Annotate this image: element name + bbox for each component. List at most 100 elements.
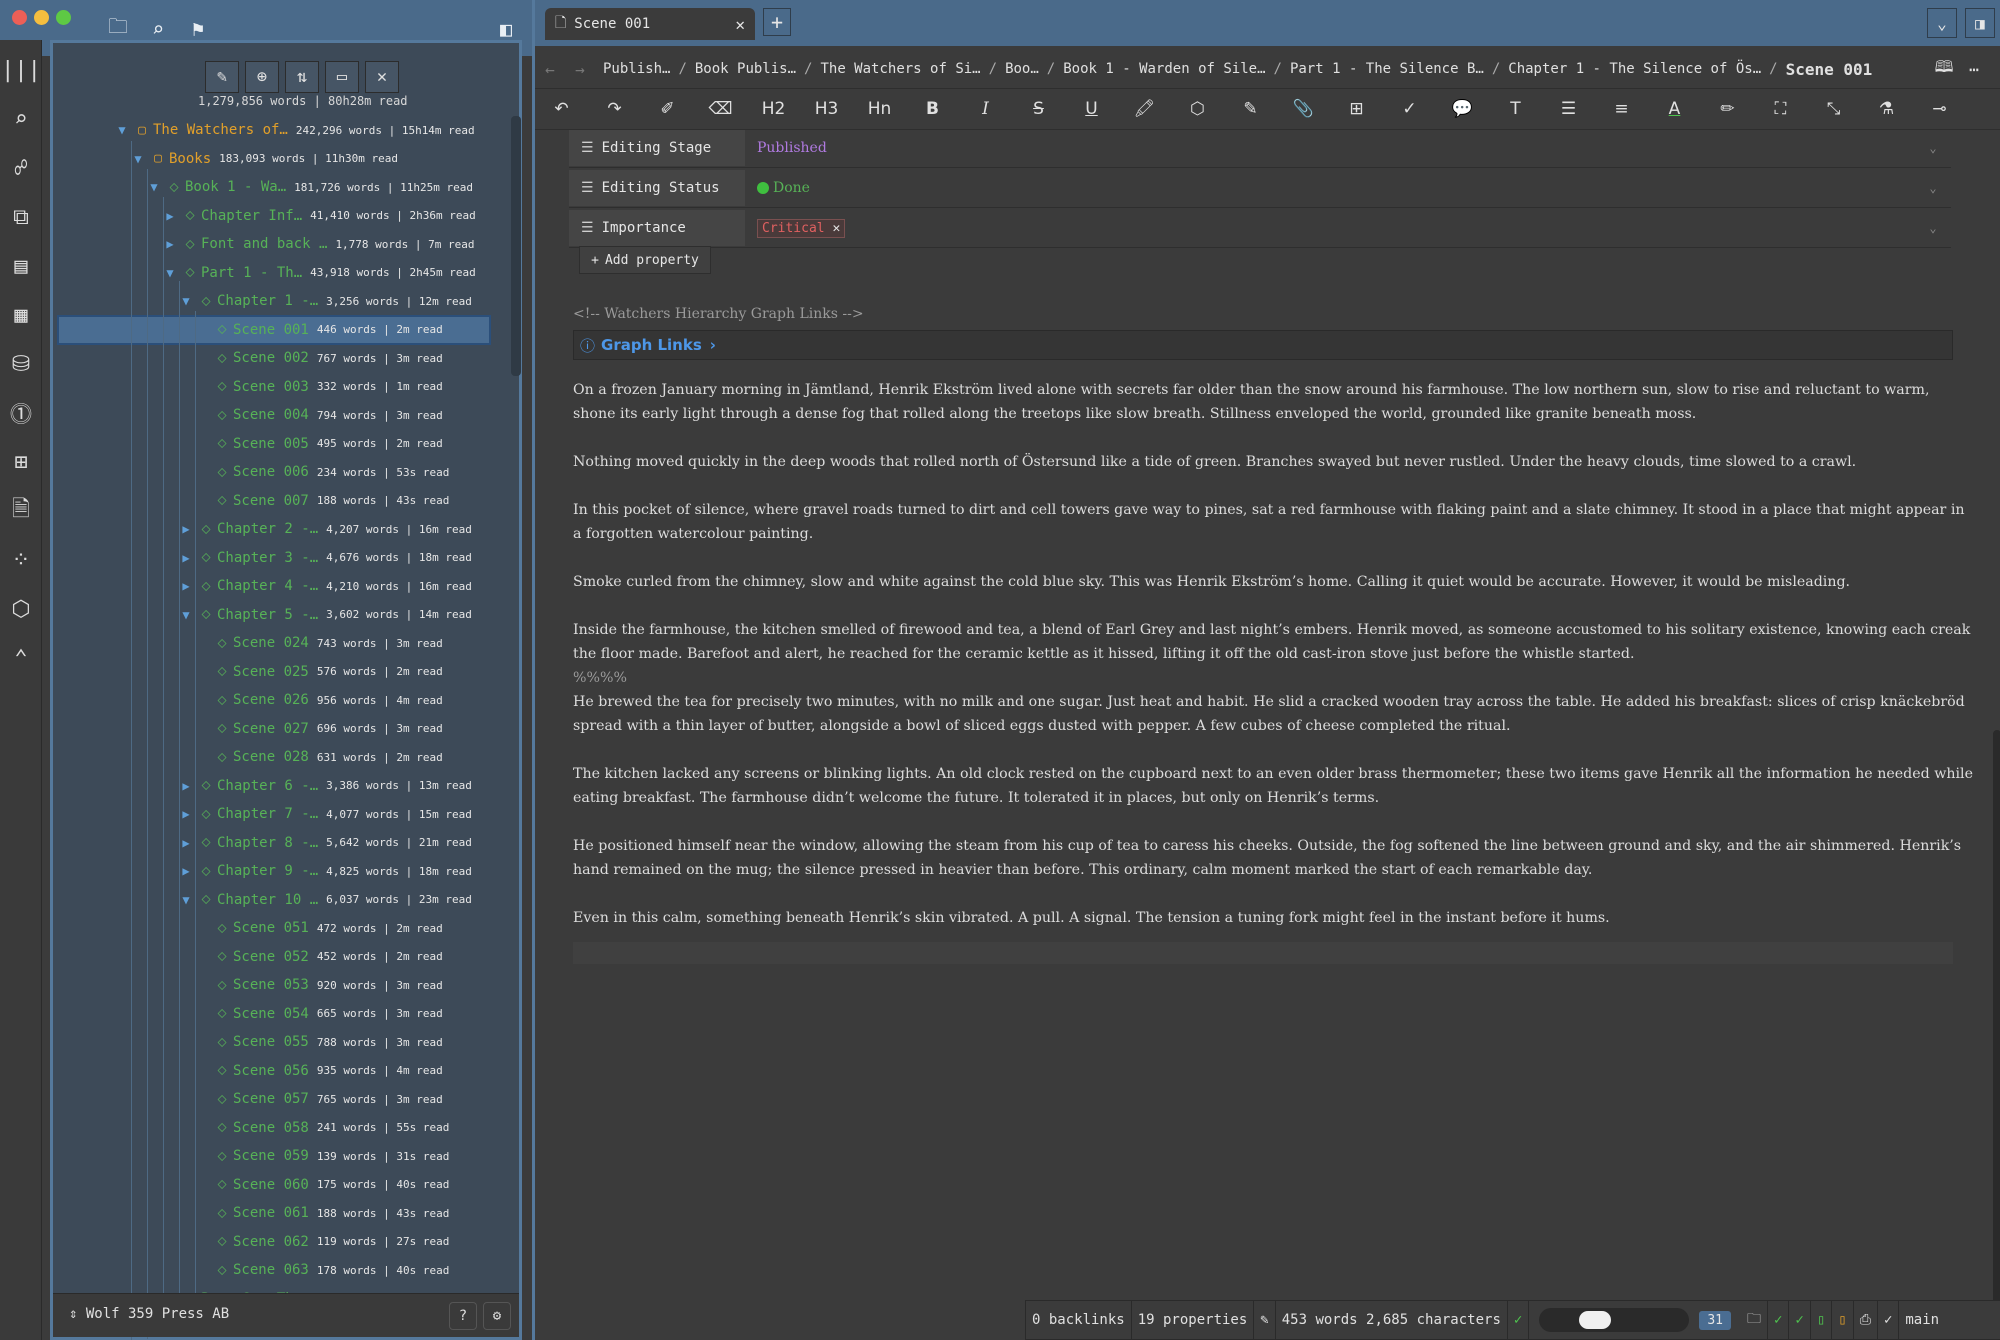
tree-item-scene[interactable]: ⬦ Scene 062 119 words | 27s read — [193, 1229, 449, 1255]
new-tab-button[interactable]: + — [763, 8, 791, 36]
print-icon[interactable]: ⎙ — [1854, 1301, 1878, 1339]
commit-icon[interactable]: ⊸ — [1913, 99, 1966, 119]
strikethrough-button[interactable]: S — [1012, 99, 1065, 119]
pen-icon[interactable]: ✎ — [1254, 1301, 1276, 1339]
collapse-icon[interactable]: ▭ — [325, 61, 359, 93]
tree-item-scene[interactable]: ⬦ Scene 028 631 words | 2m read — [193, 744, 442, 770]
italic-button[interactable]: I — [959, 99, 1012, 119]
breadcrumb-item[interactable]: Publish… — [603, 61, 670, 77]
tree-item-scene[interactable]: ⬦ Scene 057 765 words | 3m read — [193, 1086, 442, 1112]
flask-icon[interactable]: ⚗ — [1860, 99, 1913, 119]
tree-item-scene[interactable]: ⬦ Scene 025 576 words | 2m read — [193, 659, 442, 685]
tree-item[interactable]: ▶ ⬦ Chapter 2 -… 4,207 words | 16m read — [177, 516, 471, 542]
align-icon[interactable]: ≡ — [1595, 99, 1648, 119]
tree-item-scene[interactable]: ⬦ Scene 001 446 words | 2m read — [57, 314, 491, 345]
tree-item[interactable]: ▶ ⬦ Chapter 8 -… 5,642 words | 21m read — [177, 830, 471, 856]
importance-tag[interactable]: Critical ✕ — [757, 218, 846, 238]
property-value-field[interactable]: Critical ✕ — [749, 210, 1909, 246]
underline-button[interactable]: U — [1065, 99, 1118, 119]
redo-icon[interactable]: ↷ — [588, 99, 641, 119]
tree-item-scene[interactable]: ⬦ Scene 024 743 words | 3m read — [193, 630, 442, 656]
help-icon[interactable]: ? — [449, 1302, 477, 1330]
chevron-up-icon[interactable]: ⌃ — [2, 639, 40, 677]
property-key[interactable]: ☰ Editing Status — [569, 170, 745, 206]
check-circle-icon[interactable]: ✓ — [1768, 1301, 1790, 1339]
search-ribbon-icon[interactable]: ⌕ — [2, 100, 40, 138]
new-note-icon[interactable]: ✎ — [205, 61, 239, 93]
tree-item-scene[interactable]: ⬦ Scene 055 788 words | 3m read — [193, 1029, 442, 1055]
tree-item[interactable]: ▼ ▢ The Watchers of… 242,296 words | 15h14m… — [113, 117, 474, 143]
tree-item-scene[interactable]: ⬦ Scene 006 234 words | 53s read — [193, 459, 449, 485]
maximize-window-button[interactable] — [56, 10, 71, 25]
minimize-window-button[interactable] — [34, 10, 49, 25]
chevron-down-icon[interactable]: ⌄ — [1915, 210, 1951, 246]
cube-icon[interactable]: ⬡ — [1171, 99, 1224, 119]
list-icon[interactable]: ☰ — [1542, 99, 1595, 119]
box-3d-icon[interactable]: ⬡ — [2, 590, 40, 628]
tree-item-scene[interactable]: ⬦ Scene 004 794 words | 3m read — [193, 402, 442, 428]
attachment-icon[interactable]: 📎 — [1277, 99, 1330, 119]
tree-item-scene[interactable]: ⬦ Scene 051 472 words | 2m read — [193, 915, 442, 941]
properties-count[interactable]: 19 properties — [1132, 1301, 1255, 1339]
property-value-field[interactable]: Published — [749, 130, 1909, 166]
vault-switcher[interactable]: ⇕ Wolf 359 Press AB — [69, 1306, 229, 1322]
tree-item[interactable]: ▶ ⬦ Chapter 4 -… 4,210 words | 16m read — [177, 573, 471, 599]
tree-item-scene[interactable]: ⬦ Scene 058 241 words | 55s read — [193, 1115, 449, 1141]
edit-pen-icon[interactable]: ✎ — [1224, 99, 1277, 119]
tree-item-scene[interactable]: ⬦ Scene 007 188 words | 43s read — [193, 488, 449, 514]
tree-item[interactable]: ▶ ⬦ Chapter 9 -… 4,825 words | 18m read — [177, 858, 471, 884]
more-options-icon[interactable]: ⋯ — [1959, 54, 1989, 84]
tree-item-scene[interactable]: ⬦ Scene 003 332 words | 1m read — [193, 374, 442, 400]
tree-item[interactable]: ▼ ⬦ Part 1 - Th… 43,918 words | 2h45m read — [161, 260, 475, 286]
heading-3-button[interactable]: H3 — [800, 99, 853, 119]
breadcrumb-item[interactable]: Book Publis… — [695, 61, 796, 77]
check-icon[interactable]: ✓ — [1789, 1301, 1811, 1339]
tree-item-scene[interactable]: ⬦ Scene 063 178 words | 40s read — [193, 1257, 449, 1283]
font-color-button[interactable]: A — [1648, 99, 1701, 119]
tree-item-scene[interactable]: ⬦ Scene 027 696 words | 3m read — [193, 716, 442, 742]
tree-item[interactable]: ▶ ⬦ Chapter 7 -… 4,077 words | 15m read — [177, 801, 471, 827]
reading-view-icon[interactable]: 🕮 — [1929, 54, 1959, 84]
tree-item-scene[interactable]: ⬦ Scene 061 188 words | 43s read — [193, 1200, 449, 1226]
dots-grid-icon[interactable]: ⁘ — [2, 541, 40, 579]
green-book-icon[interactable]: ▯ — [1811, 1301, 1833, 1339]
tab-scene-001[interactable]: 🗋 Scene 001 ✕ — [545, 8, 755, 40]
backlinks-count[interactable]: 0 backlinks — [1026, 1301, 1132, 1339]
close-tab-icon[interactable]: ✕ — [735, 15, 745, 34]
sort-icon[interactable]: ⇅ — [285, 61, 319, 93]
tree-item-scene[interactable]: ⬦ Scene 002 767 words | 3m read — [193, 345, 442, 371]
folder-icon[interactable]: 🗀 — [1741, 1301, 1768, 1339]
graph-links-callout[interactable]: ⓘ Graph Links › — [573, 330, 1953, 360]
calendar-day-badge[interactable]: 31 — [1699, 1310, 1731, 1330]
remove-tag-icon[interactable]: ✕ — [832, 221, 840, 236]
numbers-icon[interactable]: ⓵ — [2, 394, 40, 432]
undo-icon[interactable]: ↶ — [535, 99, 588, 119]
tree-item[interactable]: ▶ ⬦ Chapter 6 -… 3,386 words | 13m read — [177, 773, 471, 799]
close-explorer-icon[interactable]: ✕ — [365, 61, 399, 93]
tree-item-scene[interactable]: ⬦ Scene 060 175 words | 40s read — [193, 1172, 449, 1198]
table-insert-icon[interactable]: ⊞ — [1330, 99, 1383, 119]
property-key[interactable]: ☰ Importance — [569, 210, 745, 246]
git-branch[interactable]: main — [1899, 1301, 1945, 1339]
canvas-icon[interactable]: ⧉ — [2, 198, 40, 236]
template-icon[interactable]: ▦ — [2, 296, 40, 334]
daily-note-icon[interactable]: ▤ — [2, 247, 40, 285]
tree-item[interactable]: ▶ ⬦ Font and back … 1,778 words | 7m read — [161, 231, 474, 257]
tree-item-scene[interactable]: ⬦ Scene 026 956 words | 4m read — [193, 687, 442, 713]
fullscreen-icon[interactable]: ⛶ — [1754, 99, 1807, 119]
chevron-down-icon[interactable]: ⌄ — [1915, 170, 1951, 206]
done-check-icon[interactable]: ✓ — [1878, 1301, 1900, 1339]
breadcrumb-item[interactable]: Book 1 - Warden of Sile… — [1063, 61, 1265, 77]
format-painter-icon[interactable]: ✐ — [641, 99, 694, 119]
highlighter-icon[interactable]: 🖍 — [1118, 99, 1171, 119]
tree-item-scene[interactable]: ⬦ Scene 056 935 words | 4m read — [193, 1058, 442, 1084]
right-sidebar-toggle-icon[interactable]: ◨ — [1965, 8, 1995, 38]
database-icon[interactable]: ⛁ — [2, 345, 40, 383]
collapse-view-icon[interactable]: ⤡ — [1807, 99, 1860, 119]
breadcrumb-item[interactable]: The Watchers of Si… — [820, 61, 980, 77]
tree-item[interactable]: ▶ ⬦ Chapter Inf… 41,410 words | 2h36m read — [161, 203, 475, 229]
property-key[interactable]: ☰ Editing Stage — [569, 130, 745, 166]
tree-item-scene[interactable]: ⬦ Scene 005 495 words | 2m read — [193, 431, 442, 457]
note-body[interactable]: On a frozen January morning in Jämtland,… — [573, 378, 1973, 954]
settings-gear-icon[interactable]: ⚙ — [483, 1302, 511, 1330]
